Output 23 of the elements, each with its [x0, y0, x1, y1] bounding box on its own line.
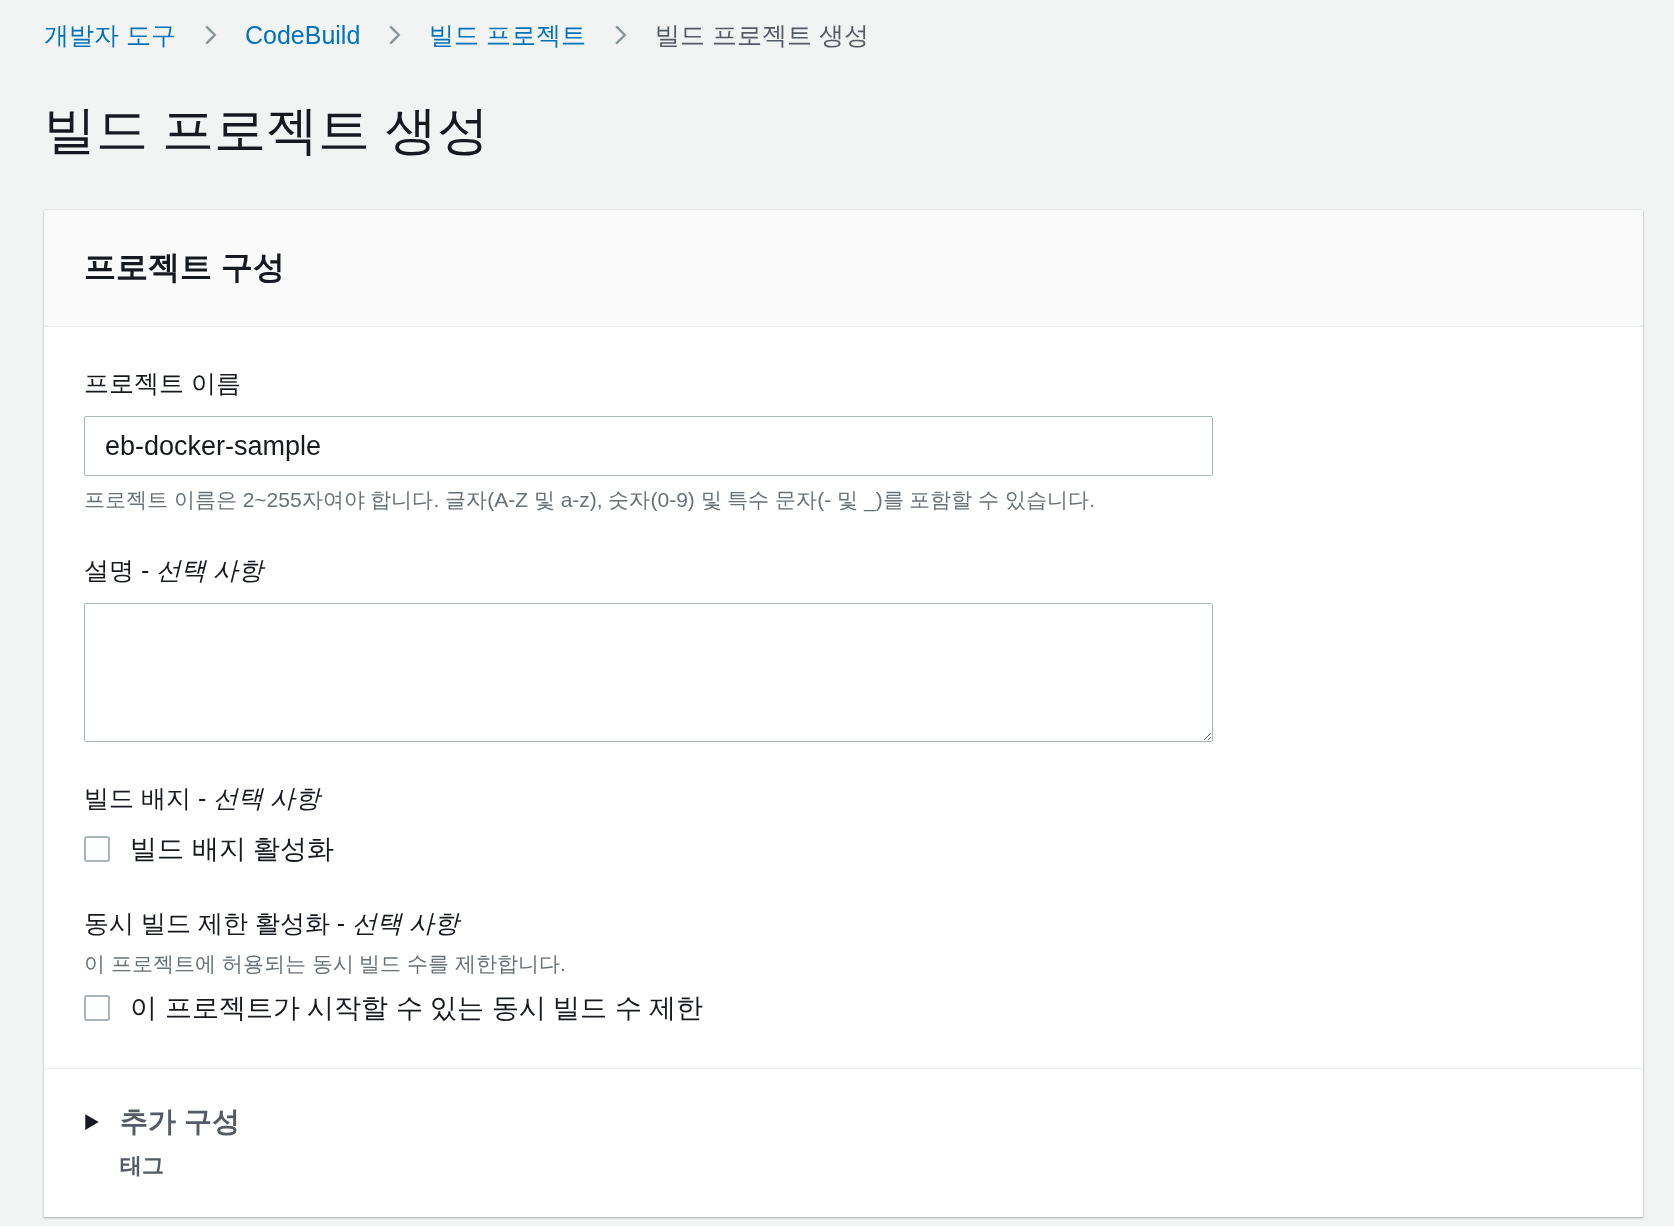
field-description: 이 프로젝트에 허용되는 동시 빌드 수를 제한합니다. — [84, 951, 567, 977]
expander-title[interactable]: 추가 구성 — [120, 1103, 240, 1141]
chevron-icon — [614, 24, 628, 46]
field-hint: 프로젝트 이름은 2~255자여야 합니다. 글자(A-Z 및 a-z), 숫자(0-9) 및 특수 문자(- 및 _)를 포함할 수 있습니다. — [84, 487, 1096, 514]
field-label: 설명 - 선택 사항 — [84, 555, 267, 586]
chevron-icon — [388, 24, 402, 46]
checkbox[interactable] — [84, 836, 110, 862]
checkbox-label[interactable]: 빌드 배지 활성화 — [130, 831, 334, 867]
breadcrumb-link[interactable]: CodeBuild — [244, 20, 361, 50]
field-label: 동시 빌드 제한 활성화 - 선택 사항 — [84, 907, 1603, 940]
page-title: 빌드 프로젝트 생성 — [44, 100, 490, 161]
caret-icon[interactable] — [84, 1113, 100, 1131]
chevron-icon — [203, 24, 217, 46]
checkbox[interactable] — [84, 995, 110, 1021]
field-label: 프로젝트 이름 — [84, 368, 242, 399]
breadcrumb-link[interactable]: 개발자 도구 — [44, 18, 176, 52]
checkbox-label[interactable]: 이 프로젝트가 시작할 수 있는 동시 빌드 수 제한 — [130, 990, 703, 1026]
field-label: 빌드 배지 - 선택 사항 — [84, 783, 324, 814]
breadcrumb-link[interactable]: 빌드 프로젝트 — [429, 18, 587, 52]
input-field[interactable]: eb-docker-sample — [84, 416, 1213, 476]
breadcrumb-current: 빌드 프로젝트 생성 — [655, 19, 870, 51]
expander-summary: 태그 — [120, 1152, 165, 1180]
panel-title: 프로젝트 구성 — [84, 248, 285, 287]
